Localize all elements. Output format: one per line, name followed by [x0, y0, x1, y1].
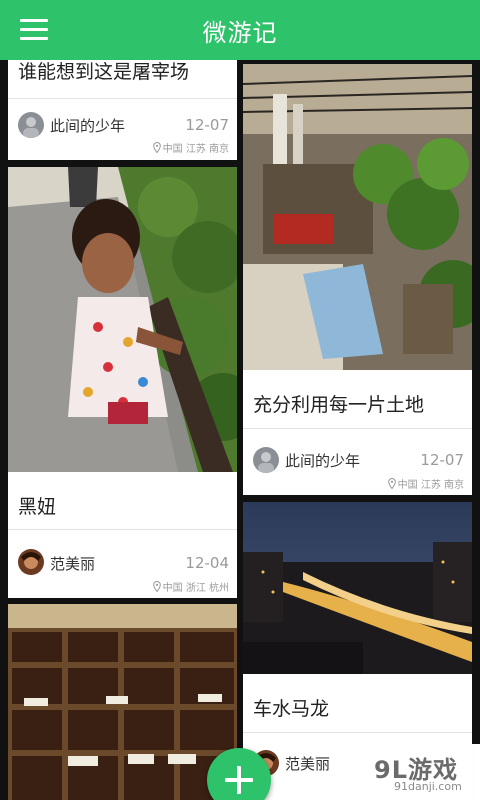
- street-market-photo[interactable]: [243, 64, 472, 370]
- card-title: 车水马龙: [253, 698, 330, 720]
- card-title: 黑妞: [18, 496, 57, 518]
- location-pin-icon: [387, 477, 396, 490]
- watermark-logo: 9L游戏 91danji.com: [334, 744, 480, 800]
- night-traffic-photo[interactable]: [243, 502, 472, 674]
- location-pin-icon: [152, 141, 161, 154]
- feed-card[interactable]: 充分利用每一片土地 此间的少年 12-07 中国 江苏 南京: [243, 64, 472, 495]
- girl-by-railing-photo[interactable]: [8, 167, 237, 472]
- top-app-bar: 微游记: [0, 0, 480, 60]
- feed-card[interactable]: [8, 604, 237, 800]
- app-title: 微游记: [202, 19, 278, 47]
- location: 中国 浙江 杭州: [152, 579, 229, 594]
- card-title: 谁能想到这是屠宰场: [18, 61, 190, 83]
- post-date: 12-07: [185, 116, 229, 134]
- feed-card[interactable]: 黑妞 范美丽 12-04 中国 浙江 杭州: [8, 167, 237, 598]
- post-date: 12-07: [420, 451, 464, 469]
- chocolate-display-photo[interactable]: [8, 604, 237, 800]
- author-name[interactable]: 范美丽: [285, 753, 330, 774]
- avatar[interactable]: [253, 447, 279, 473]
- author-name[interactable]: 范美丽: [50, 553, 95, 574]
- card-title: 充分利用每一片土地: [253, 394, 425, 416]
- author-name[interactable]: 此间的少年: [285, 450, 360, 471]
- post-date: 12-04: [185, 554, 229, 572]
- location: 中国 江苏 南京: [387, 476, 464, 491]
- location: 中国 江苏 南京: [152, 140, 229, 155]
- author-name[interactable]: 此间的少年: [50, 115, 125, 136]
- location-pin-icon: [152, 580, 161, 593]
- avatar[interactable]: [18, 549, 44, 575]
- avatar[interactable]: [18, 112, 44, 138]
